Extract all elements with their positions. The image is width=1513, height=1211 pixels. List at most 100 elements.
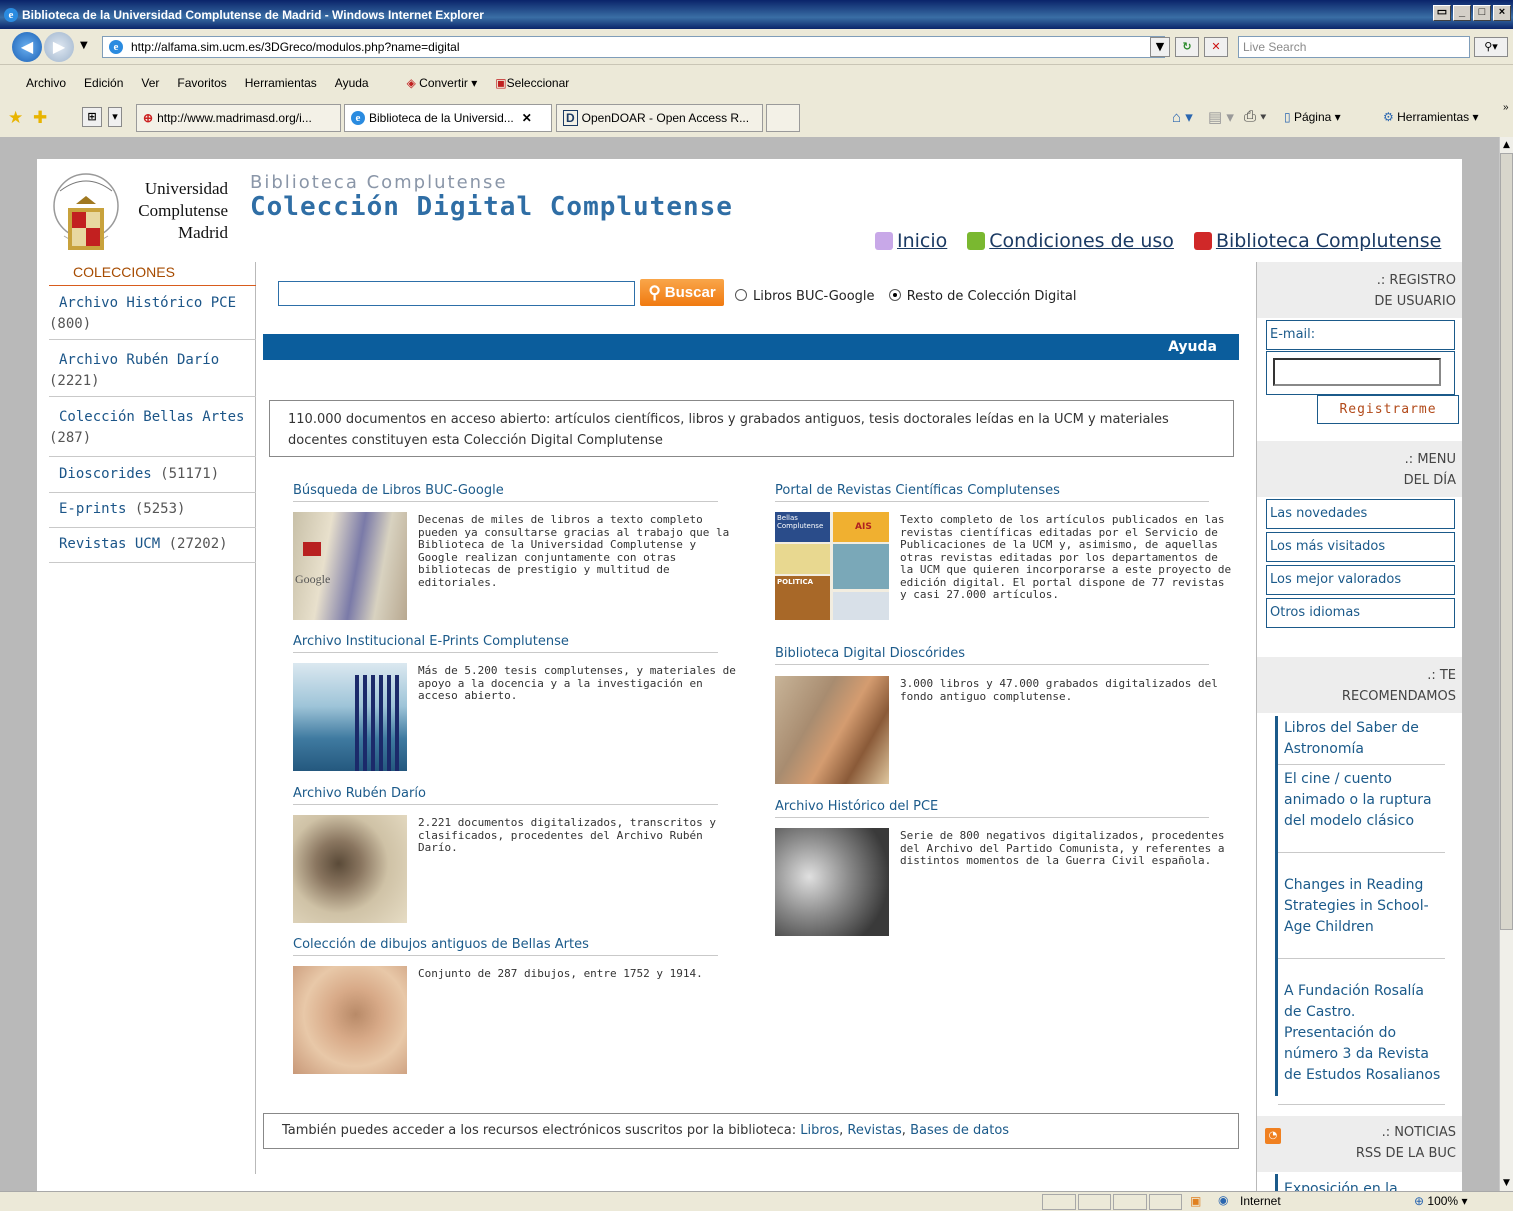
rss-icon[interactable]: ◔ — [1265, 1128, 1281, 1144]
seleccionar-label: Seleccionar — [506, 75, 570, 90]
menu-otros-idiomas[interactable]: Otros idiomas — [1266, 598, 1455, 628]
live-search-input[interactable]: Live Search — [1238, 36, 1470, 58]
thumb-dioscorides[interactable] — [775, 676, 889, 784]
thumb-pce[interactable] — [775, 828, 889, 936]
section-title-eprints[interactable]: Archivo Institucional E-Prints Compluten… — [293, 634, 718, 653]
address-bar[interactable]: e http://alfama.sim.ucm.es/3DGreco/modul… — [102, 36, 1165, 58]
coleccion-name: Archivo Histórico PCE — [59, 295, 237, 311]
scroll-up-icon[interactable]: ▲ — [1500, 137, 1513, 153]
pagina-label: Página — [1293, 110, 1332, 124]
magnifier-icon: ⚲ — [648, 282, 661, 302]
coleccion-count: (5253) — [134, 501, 186, 517]
pagina-menu[interactable]: ▯ Página ▾ — [1284, 110, 1341, 124]
email-field[interactable] — [1273, 358, 1441, 386]
stop-icon[interactable]: ✕ — [1204, 37, 1228, 57]
condiciones-link[interactable]: Condiciones de uso — [967, 230, 1174, 252]
thumb-google-books[interactable]: Google — [293, 512, 407, 620]
menu-ver[interactable]: Ver — [141, 76, 159, 90]
menu-mas-visitados[interactable]: Los más visitados — [1266, 532, 1455, 562]
add-favorites-icon[interactable]: ✚ — [33, 108, 47, 128]
history-dropdown-icon[interactable]: ▼ — [80, 40, 88, 51]
address-dropdown-icon[interactable]: ▼ — [1150, 37, 1170, 57]
convertir-button[interactable]: ◈ Convertir ▾ — [407, 76, 478, 90]
quick-tabs-icon[interactable]: ⊞ — [82, 107, 102, 127]
section-title-buc-google[interactable]: Búsqueda de Libros BUC-Google — [293, 483, 718, 502]
revistas-link[interactable]: Revistas — [847, 1123, 901, 1138]
registrarme-button[interactable]: Registrarme — [1317, 395, 1459, 424]
radio-resto-coleccion[interactable] — [888, 289, 901, 301]
maximize-button[interactable]: □ — [1473, 5, 1491, 21]
menu-edicion[interactable]: Edición — [84, 76, 123, 90]
news-item[interactable]: Exposición en la — [1275, 1174, 1445, 1191]
radio-libros-buc[interactable] — [735, 289, 747, 301]
back-button[interactable]: ◀ — [12, 32, 42, 62]
search-icon[interactable]: ⚲▾ — [1474, 37, 1508, 57]
feeds-icon[interactable]: ▤ ▾ — [1208, 108, 1234, 126]
protected-mode-icon[interactable]: ▣ — [1190, 1194, 1201, 1208]
coleccion-eprints[interactable]: E-prints (5253) — [49, 496, 256, 528]
tab-close-icon[interactable]: ✕ — [522, 111, 532, 125]
thumb-eprints[interactable] — [293, 663, 407, 771]
tab-biblioteca[interactable]: e Biblioteca de la Universid... ✕ — [344, 104, 552, 132]
coleccion-archivo-dario[interactable]: Archivo Rubén Darío (2221) — [49, 347, 256, 397]
minimize-button[interactable]: _ — [1453, 5, 1471, 21]
menu-novedades[interactable]: Las novedades — [1266, 499, 1455, 529]
coleccion-bellas-artes[interactable]: Colección Bellas Artes (287) — [49, 404, 256, 457]
inicio-link[interactable]: Inicio — [875, 230, 947, 252]
close-button[interactable]: × — [1493, 5, 1511, 21]
buscar-button[interactable]: ⚲ Buscar — [640, 279, 724, 306]
libros-link[interactable]: Libros — [800, 1123, 839, 1138]
coleccion-name: Colección Bellas Artes — [59, 409, 245, 425]
ayuda-link[interactable]: Ayuda — [1168, 339, 1217, 355]
select-pdf-icon: ▣ — [495, 75, 507, 90]
rec-item[interactable]: A Fundación Rosalía de Castro. Presentac… — [1278, 959, 1445, 1105]
bases-datos-link[interactable]: Bases de datos — [910, 1123, 1009, 1138]
scroll-down-icon[interactable]: ▼ — [1500, 1175, 1513, 1191]
menu-mejor-valorados[interactable]: Los mejor valorados — [1266, 565, 1455, 595]
home-icon[interactable]: ⌂ ▾ — [1172, 108, 1193, 126]
scrollbar-thumb[interactable] — [1500, 153, 1513, 930]
coleccion-archivo-pce[interactable]: Archivo Histórico PCE (800) — [49, 290, 256, 340]
rec-item[interactable]: Libros del Saber de Astronomía — [1278, 716, 1445, 765]
ucm-logo[interactable] — [50, 166, 122, 256]
forward-button[interactable]: ▶ — [44, 32, 74, 62]
section-title-pce[interactable]: Archivo Histórico del PCE — [775, 799, 1209, 818]
restore-button[interactable]: ▭ — [1433, 5, 1451, 21]
coleccion-revistas[interactable]: Revistas UCM (27202) — [49, 531, 256, 563]
menu-favoritos[interactable]: Favoritos — [177, 76, 226, 90]
coleccion-dioscorides[interactable]: Dioscorides (51171) — [49, 461, 256, 493]
section-title-bellas-artes[interactable]: Colección de dibujos antiguos de Bellas … — [293, 937, 718, 956]
rec-item[interactable]: Changes in Reading Strategies in School-… — [1278, 853, 1445, 959]
tab-opendoar[interactable]: D OpenDOAR - Open Access R... — [556, 104, 763, 132]
convertir-label: Convertir — [419, 75, 468, 90]
thumb-bellas-artes[interactable] — [293, 966, 407, 1074]
menu-archivo[interactable]: Archivo — [26, 76, 66, 90]
new-tab-button[interactable] — [766, 104, 800, 132]
herramientas-menu[interactable]: ⚙ Herramientas ▾ — [1383, 110, 1479, 124]
toolbar-overflow-icon[interactable]: » — [1503, 102, 1509, 113]
thumb-dario[interactable] — [293, 815, 407, 923]
tab-list-icon[interactable]: ▾ — [108, 107, 122, 127]
thumb-revistas[interactable]: Bellas Complutense AIS POLITICA — [775, 512, 889, 620]
zoom-label: 100% — [1427, 1194, 1459, 1208]
tab-madrimasd[interactable]: ⊕ http://www.madrimasd.org/i... — [136, 104, 341, 132]
print-icon[interactable]: ⎙ ▾ — [1244, 108, 1266, 125]
biblioteca-link[interactable]: Biblioteca Complutense — [1193, 230, 1441, 252]
section-title-dioscorides[interactable]: Biblioteca Digital Dioscórides — [775, 646, 1209, 665]
search-input[interactable] — [278, 281, 635, 306]
seleccionar-button[interactable]: ▣Seleccionar — [495, 76, 569, 90]
desc-bellas-artes: Conjunto de 287 dibujos, entre 1752 y 19… — [418, 967, 703, 980]
condiciones-label: Condiciones de uso — [989, 230, 1174, 252]
menu-bar: Archivo Edición Ver Favoritos Herramient… — [0, 66, 1513, 99]
desc-buc-google: Decenas de miles de libros a texto compl… — [418, 513, 730, 589]
refresh-icon[interactable]: ↻ — [1175, 37, 1199, 57]
recom-l2: RECOMENDAMOS — [1341, 689, 1456, 704]
menu-herramientas[interactable]: Herramientas — [245, 76, 317, 90]
section-title-dario[interactable]: Archivo Rubén Darío — [293, 786, 718, 805]
section-title-revistas[interactable]: Portal de Revistas Científicas Compluten… — [775, 483, 1209, 502]
zoom-level[interactable]: ⊕ 100% ▾ — [1414, 1194, 1467, 1208]
menu-ayuda[interactable]: Ayuda — [335, 76, 369, 90]
rec-item[interactable]: El cine / cuento animado o la ruptura de… — [1278, 765, 1445, 853]
favorites-star-icon[interactable]: ★ — [8, 108, 23, 128]
coleccion-name: E-prints — [59, 501, 127, 517]
